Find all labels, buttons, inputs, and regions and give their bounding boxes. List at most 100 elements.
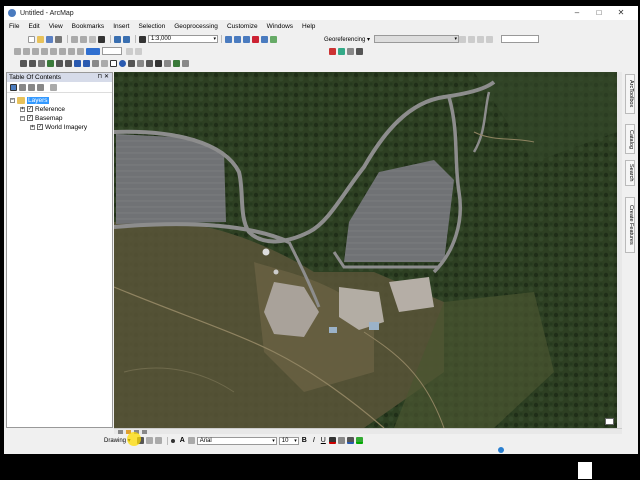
viewer-window-icon[interactable] — [182, 59, 189, 67]
georef-tool-2-icon[interactable] — [468, 35, 476, 43]
fill-color-icon[interactable] — [86, 47, 100, 55]
tab-catalog[interactable]: Catalog — [625, 124, 635, 154]
edit-vertices-icon[interactable] — [187, 437, 195, 444]
open-folder-icon[interactable] — [37, 35, 44, 43]
cut-icon[interactable] — [71, 35, 78, 43]
select-elements-icon[interactable] — [110, 59, 117, 67]
tab-search[interactable]: Search — [625, 160, 635, 186]
pause-drawing-icon[interactable] — [142, 430, 147, 434]
menu-file[interactable]: File — [9, 23, 19, 30]
find-icon[interactable] — [128, 59, 135, 67]
collapse-icon[interactable]: − — [20, 115, 25, 121]
find-route-icon[interactable] — [347, 47, 354, 55]
clear-selection-icon[interactable] — [101, 59, 108, 67]
toc-options-icon[interactable] — [50, 83, 57, 91]
georef-tool-1-icon[interactable] — [459, 35, 467, 43]
font-combo[interactable]: Arial ▾ — [196, 436, 277, 445]
table-of-contents-icon[interactable] — [234, 35, 241, 43]
redo-icon[interactable] — [123, 35, 130, 43]
menu-selection[interactable]: Selection — [138, 23, 165, 30]
collapse-icon[interactable]: − — [10, 97, 15, 103]
tab-arctoolbox[interactable]: ArcToolbox — [625, 74, 635, 114]
line-width-combo[interactable] — [102, 47, 122, 55]
minimize-button[interactable]: – — [566, 7, 588, 19]
georef-tool-4-icon[interactable] — [486, 35, 494, 43]
rectangle-tool-icon[interactable] — [170, 438, 175, 443]
zoom-to-selected-icon[interactable] — [154, 437, 162, 444]
copy-icon[interactable] — [80, 35, 87, 43]
binoculars-icon[interactable] — [155, 59, 162, 67]
zoom-out-icon[interactable] — [29, 59, 36, 67]
add-data-icon[interactable] — [139, 35, 146, 43]
paste-icon[interactable] — [89, 35, 96, 43]
georeferencing-label[interactable]: Georeferencing ▾ — [324, 36, 370, 43]
new-text-tool[interactable]: A — [180, 437, 185, 444]
list-by-selection-icon[interactable] — [37, 83, 44, 91]
layout-view-icon[interactable] — [118, 430, 123, 434]
delete-icon[interactable] — [98, 35, 105, 43]
menu-edit[interactable]: Edit — [28, 23, 39, 30]
map-scale-combo[interactable]: 1:3,000 ▾ — [148, 35, 218, 43]
print-icon[interactable] — [55, 35, 62, 43]
font-size-combo[interactable]: 10 ▾ — [278, 436, 299, 445]
editor-toolbar-icon[interactable] — [225, 35, 232, 43]
network-status-icon[interactable] — [498, 447, 504, 453]
menu-insert[interactable]: Insert — [113, 23, 129, 30]
globe-icon[interactable] — [338, 47, 345, 55]
map-corner-tool-icon[interactable] — [605, 418, 614, 425]
go-forward-icon[interactable] — [83, 59, 90, 67]
arctoolbox-icon[interactable] — [252, 35, 259, 43]
measure-icon[interactable] — [329, 47, 336, 55]
rotate-icon[interactable] — [145, 437, 153, 444]
go-to-xy-icon[interactable] — [164, 59, 171, 67]
tab-create-features[interactable]: Create Features — [625, 197, 635, 253]
catalog-window-icon[interactable] — [243, 35, 250, 43]
select-features-icon[interactable] — [92, 59, 99, 67]
new-document-icon[interactable] — [28, 35, 35, 43]
checkbox-checked-icon[interactable]: ✓ — [27, 115, 33, 121]
tree-node-world-imagery[interactable]: + ✓ World Imagery — [30, 123, 87, 131]
measure-tool-icon[interactable] — [137, 59, 144, 67]
line-color-icon[interactable] — [346, 437, 354, 444]
bold-button[interactable]: B — [302, 437, 307, 444]
expand-icon[interactable]: + — [20, 106, 25, 112]
checkbox-checked-icon[interactable]: ✓ — [27, 106, 33, 112]
menu-view[interactable]: View — [49, 23, 63, 30]
underline-button[interactable]: U — [321, 437, 326, 444]
pan-icon[interactable] — [38, 59, 45, 67]
fixed-zoom-out-icon[interactable] — [65, 59, 72, 67]
tree-node-reference[interactable]: + ✓ Reference — [20, 105, 65, 113]
extra-search-combo[interactable] — [501, 35, 540, 43]
map-view[interactable] — [114, 72, 617, 428]
save-icon[interactable] — [46, 35, 53, 43]
font-color-icon[interactable] — [328, 437, 336, 444]
maximize-button[interactable]: □ — [588, 7, 610, 19]
map-horizontal-scrollbar[interactable] — [114, 428, 622, 434]
zoom-in-icon[interactable] — [20, 59, 27, 67]
georeference-layer-combo[interactable]: ▾ — [374, 35, 460, 43]
document-icon[interactable] — [578, 462, 592, 479]
italic-button[interactable]: I — [313, 437, 315, 444]
menu-bookmarks[interactable]: Bookmarks — [72, 23, 105, 30]
toc-close-button[interactable]: ✕ — [104, 73, 109, 80]
georef-tool-3-icon[interactable] — [477, 35, 485, 43]
list-by-visibility-icon[interactable] — [28, 83, 35, 91]
tree-node-layers[interactable]: − Layers — [10, 96, 49, 104]
python-window-icon[interactable] — [261, 35, 268, 43]
menu-customize[interactable]: Customize — [227, 23, 258, 30]
tree-node-basemap[interactable]: − ✓ Basemap — [20, 114, 62, 122]
model-builder-icon[interactable] — [270, 35, 277, 43]
toc-pin-button[interactable]: ⊓ — [97, 73, 102, 80]
go-back-icon[interactable] — [74, 59, 81, 67]
hyperlink-icon[interactable] — [146, 59, 153, 67]
menu-help[interactable]: Help — [302, 23, 315, 30]
full-extent-icon[interactable] — [47, 59, 54, 67]
expand-icon[interactable]: + — [30, 124, 35, 130]
fixed-zoom-in-icon[interactable] — [56, 59, 63, 67]
list-by-source-icon[interactable] — [19, 83, 26, 91]
checkbox-checked-icon[interactable]: ✓ — [37, 124, 43, 130]
list-by-drawing-order-icon[interactable] — [10, 83, 17, 91]
fill-color-icon[interactable] — [337, 437, 345, 444]
marker-color-icon[interactable] — [355, 437, 363, 444]
menu-windows[interactable]: Windows — [267, 23, 293, 30]
